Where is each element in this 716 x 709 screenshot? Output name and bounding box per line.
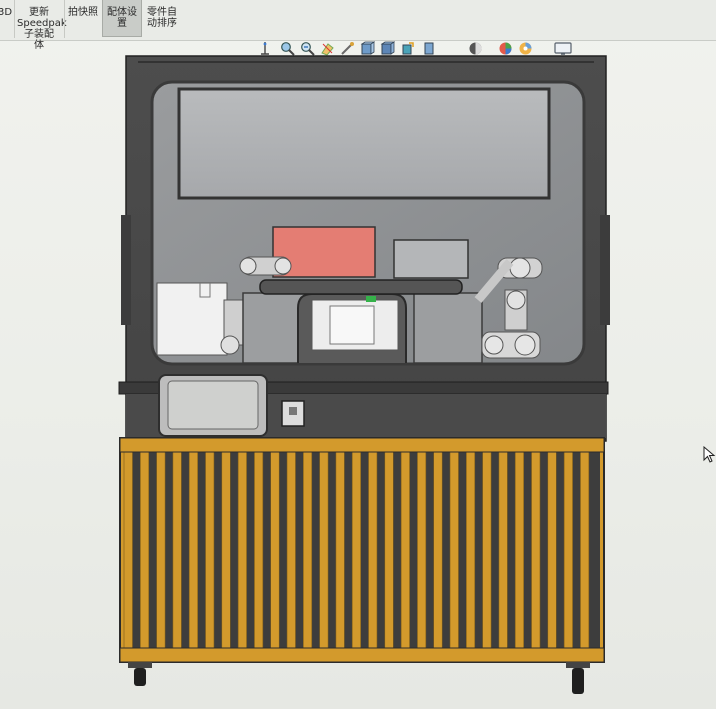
- door-slat: [417, 451, 427, 649]
- grey-display-panel: [393, 239, 469, 279]
- door-slat: [335, 451, 345, 649]
- door-slat: [270, 451, 280, 649]
- door-slat: [400, 451, 410, 649]
- door-slat: [172, 451, 182, 649]
- lower-cabinet-door: [119, 437, 605, 663]
- mouse-pointer-icon: [703, 446, 716, 463]
- door-slat: [319, 451, 329, 649]
- door-slat: [237, 451, 247, 649]
- door-slat: [156, 451, 166, 649]
- door-slat: [188, 451, 198, 649]
- hmi-touch-screen[interactable]: [158, 374, 268, 437]
- casters: [128, 662, 590, 694]
- door-slat: [351, 451, 362, 649]
- door-slat: [254, 451, 264, 649]
- door-slat: [221, 451, 231, 649]
- door-slat: [449, 451, 459, 649]
- door-slat: [580, 451, 590, 649]
- door-slats: [123, 451, 590, 649]
- door-slat: [205, 451, 215, 649]
- door-slat: [384, 451, 394, 649]
- door-slat: [563, 451, 573, 649]
- door-slat: [547, 451, 557, 649]
- door-slat: [433, 451, 443, 649]
- door-slat: [368, 451, 378, 649]
- door-slat: [286, 451, 296, 649]
- door-slat: [531, 451, 541, 649]
- door-slat: [482, 451, 492, 649]
- power-switch[interactable]: [281, 400, 305, 427]
- door-slat: [123, 451, 133, 649]
- door-slat: [498, 451, 508, 649]
- door-slat: [465, 451, 476, 649]
- door-slat: [514, 451, 525, 649]
- cad-graphics-area[interactable]: [0, 0, 716, 709]
- door-slat: [140, 451, 150, 649]
- door-slat: [302, 451, 313, 649]
